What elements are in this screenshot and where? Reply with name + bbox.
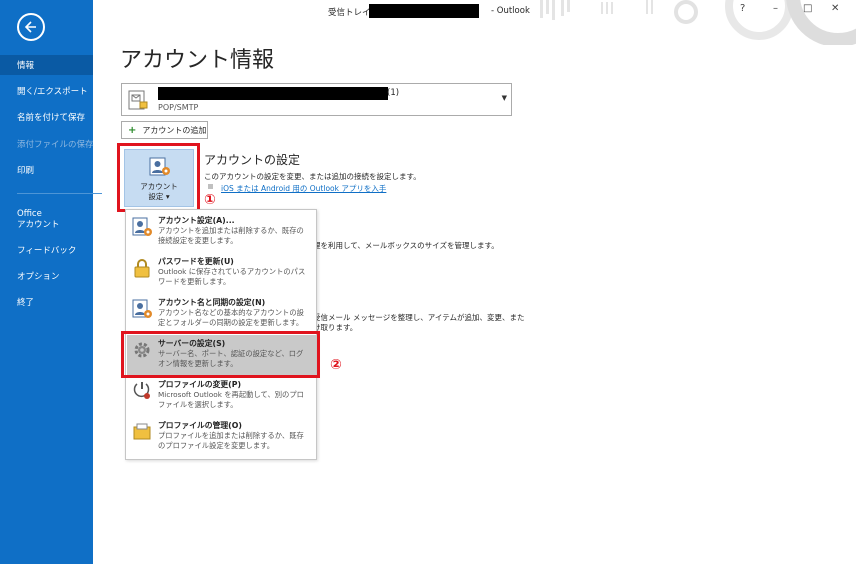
- lock-icon: [134, 259, 150, 278]
- maximize-button[interactable]: □: [803, 3, 812, 14]
- menu-item-title: アカウント設定(A)...: [158, 216, 235, 225]
- section-title: アカウントの設定: [204, 153, 301, 167]
- bullet-icon: [208, 184, 213, 189]
- close-button[interactable]: ✕: [831, 3, 839, 14]
- back-arrow-icon: [24, 21, 36, 33]
- nav-feedback[interactable]: フィードバック: [0, 245, 93, 257]
- add-account-button[interactable]: + アカウントの追加: [121, 121, 208, 139]
- window-title-app: - Outlook: [491, 6, 530, 16]
- add-account-label: アカウントの追加: [142, 125, 207, 135]
- nav-options[interactable]: オプション: [0, 271, 93, 283]
- change-profile-icon: [133, 382, 150, 399]
- redacted-title: [369, 4, 479, 18]
- menu-item-title: プロファイルの管理(O): [158, 421, 242, 430]
- account-type: POP/SMTP: [158, 103, 199, 112]
- redacted-account-name: [158, 87, 388, 100]
- manage-profiles-icon: [133, 423, 151, 440]
- menu-item-desc: アカウント名などの基本的なアカウントの設定とフォルダーの同期の設定を更新します。: [158, 308, 304, 327]
- menu-item-change-profile[interactable]: プロファイルの変更(P) Microsoft Outlook を再起動して、別の…: [127, 376, 316, 417]
- menu-item-title: プロファイルの変更(P): [158, 380, 242, 389]
- menu-item-title: パスワードを更新(U): [158, 257, 234, 266]
- back-button[interactable]: [17, 13, 45, 41]
- sidebar-divider: [17, 193, 102, 194]
- account-sync-icon: [132, 299, 152, 318]
- annotation-1: ①: [204, 192, 216, 208]
- menu-item-desc: Outlook に保存されているアカウントのパスワードを更新します。: [158, 267, 306, 286]
- menu-item-account-settings[interactable]: アカウント設定(A)... アカウントを追加または削除するか、既存の接続設定を変…: [127, 212, 316, 253]
- nav-exit[interactable]: 終了: [0, 297, 93, 309]
- account-mail-icon: [128, 90, 148, 110]
- page-title: アカウント情報: [120, 48, 275, 73]
- annotation-2: ②: [330, 357, 342, 373]
- plus-icon: +: [128, 124, 137, 136]
- nav-office-account-line2[interactable]: アカウント: [0, 219, 93, 231]
- menu-item-desc: Microsoft Outlook を再起動して、別のプロファイルを選択します。: [158, 390, 304, 409]
- nav-save-attachments[interactable]: 添付ファイルの保存: [0, 139, 94, 151]
- minimize-button[interactable]: –: [773, 3, 778, 14]
- mobile-app-link[interactable]: iOS または Android 用の Outlook アプリを入手: [221, 183, 386, 194]
- menu-item-desc: アカウントを追加または削除するか、既存の接続設定を変更します。: [158, 226, 304, 245]
- account-selector[interactable]: (1) POP/SMTP ▼: [121, 83, 512, 116]
- section-description: このアカウントの設定を変更、または追加の接続を設定します。: [204, 172, 421, 181]
- dropdown-arrow-icon: ▼: [501, 94, 507, 102]
- nav-print[interactable]: 印刷: [0, 165, 93, 177]
- help-button[interactable]: ?: [740, 3, 745, 14]
- menu-item-title: アカウント名と同期の設定(N): [158, 298, 266, 307]
- background-text-1: 理を利用して、メールボックスのサイズを管理します。: [313, 241, 499, 250]
- nav-open-export[interactable]: 開く/エクスポート: [0, 86, 93, 98]
- menu-item-manage-profiles[interactable]: プロファイルの管理(O) プロファイルを追加または削除するか、既存のプロファイル…: [127, 417, 316, 458]
- menu-item-desc: プロファイルを追加または削除するか、既存のプロファイル設定を変更します。: [158, 431, 304, 450]
- highlight-box-1: [117, 143, 200, 212]
- backstage-sidebar: 情報 開く/エクスポート 名前を付けて保存 添付ファイルの保存 印刷 Offic…: [0, 0, 102, 564]
- nav-info[interactable]: 情報: [0, 55, 93, 75]
- menu-item-name-sync[interactable]: アカウント名と同期の設定(N) アカウント名などの基本的なアカウントの設定とフォ…: [127, 294, 316, 335]
- account-name-suffix: (1): [387, 88, 400, 98]
- menu-item-update-password[interactable]: パスワードを更新(U) Outlook に保存されているアカウントのパスワードを…: [127, 253, 316, 294]
- highlight-box-2: [121, 331, 320, 378]
- nav-save-as[interactable]: 名前を付けて保存: [0, 112, 93, 124]
- account-settings-icon: [132, 217, 152, 236]
